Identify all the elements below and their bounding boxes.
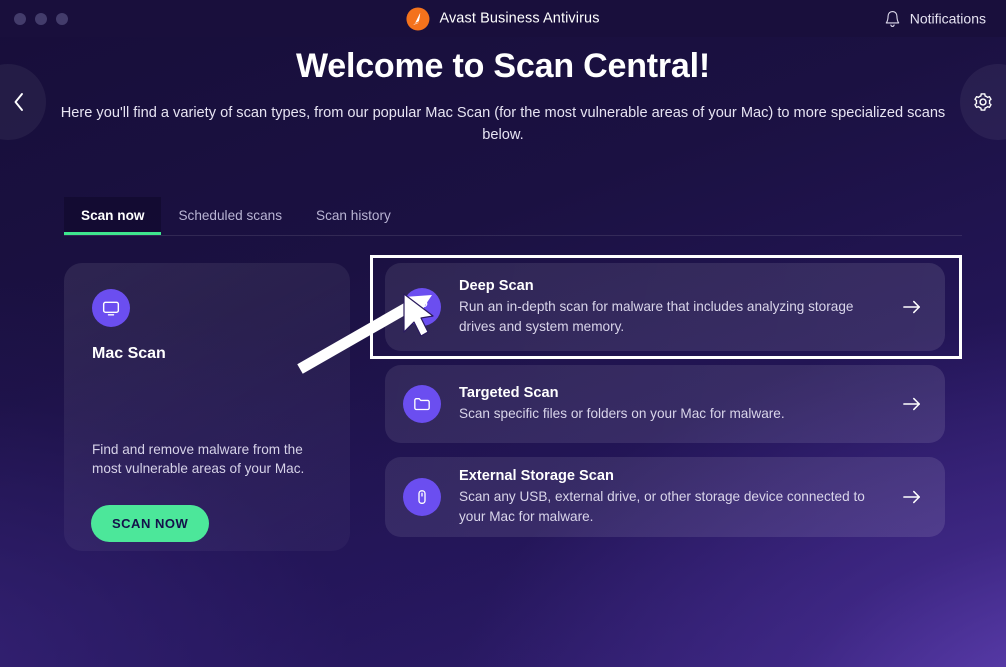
magnifier-molecule-icon xyxy=(403,288,441,326)
scan-now-button[interactable]: SCAN NOW xyxy=(91,505,210,542)
scan-row-deep-scan[interactable]: Deep Scan Run an in-depth scan for malwa… xyxy=(385,263,945,351)
minimize-window-button[interactable] xyxy=(35,12,47,25)
page-subtitle: Here you'll find a variety of scan types… xyxy=(60,105,946,144)
tab-scheduled-scans[interactable]: Scheduled scans xyxy=(161,197,299,235)
notifications-label: Notifications xyxy=(909,10,986,27)
close-window-button[interactable] xyxy=(14,12,26,25)
app-window: Avast Business Antivirus Notifications W… xyxy=(0,0,1006,667)
back-button[interactable] xyxy=(0,64,58,140)
app-brand: Avast Business Antivirus xyxy=(406,7,599,30)
app-title: Avast Business Antivirus xyxy=(439,10,600,27)
mac-scan-card[interactable]: Mac Scan Find and remove malware from th… xyxy=(64,263,350,551)
scan-row-targeted-scan[interactable]: Targeted Scan Scan specific files or fol… xyxy=(385,365,945,443)
traffic-light-group xyxy=(14,12,68,25)
scan-row-external-storage-scan[interactable]: External Storage Scan Scan any USB, exte… xyxy=(385,457,945,537)
zoom-window-button[interactable] xyxy=(56,12,68,25)
scan-row-text: Deep Scan Run an in-depth scan for malwa… xyxy=(459,278,901,336)
scan-row-title: Targeted Scan xyxy=(459,384,559,401)
gear-icon xyxy=(972,91,994,113)
arrow-right-icon[interactable] xyxy=(901,298,923,316)
scan-row-title: External Storage Scan xyxy=(459,468,614,485)
arrow-right-icon[interactable] xyxy=(901,488,923,506)
scan-type-list: Deep Scan Run an in-depth scan for malwa… xyxy=(385,263,945,537)
tab-label: Scan now xyxy=(81,208,145,223)
scan-row-title: Deep Scan xyxy=(459,278,534,295)
avast-logo-icon xyxy=(406,7,430,30)
page-title: Welcome to Scan Central! xyxy=(295,47,710,85)
monitor-icon xyxy=(92,289,130,327)
mac-scan-title: Mac Scan xyxy=(92,345,166,362)
scan-row-text: External Storage Scan Scan any USB, exte… xyxy=(459,468,901,526)
tab-bar: Scan now Scheduled scans Scan history xyxy=(64,197,964,235)
scan-row-description: Run an in-depth scan for malware that in… xyxy=(459,299,854,334)
arrow-right-icon[interactable] xyxy=(901,395,923,413)
tabs-divider xyxy=(64,235,962,236)
tab-label: Scan history xyxy=(316,208,391,223)
hero-section: Welcome to Scan Central! Here you'll fin… xyxy=(0,46,1006,146)
tab-scan-history[interactable]: Scan history xyxy=(299,197,408,235)
folder-icon xyxy=(403,385,441,423)
chevron-left-icon xyxy=(12,91,26,113)
window-titlebar: Avast Business Antivirus Notifications xyxy=(0,0,1006,37)
scan-row-description: Scan specific files or folders on your M… xyxy=(459,405,785,421)
notifications-button[interactable]: Notifications xyxy=(884,9,986,28)
bell-icon xyxy=(884,9,901,28)
usb-drive-icon xyxy=(403,478,441,516)
scan-row-description: Scan any USB, external drive, or other s… xyxy=(459,489,865,524)
tab-label: Scheduled scans xyxy=(178,208,282,223)
mac-scan-description: Find and remove malware from the most vu… xyxy=(92,442,305,477)
scan-row-text: Targeted Scan Scan specific files or fol… xyxy=(459,385,901,423)
settings-button[interactable] xyxy=(948,64,1006,140)
tab-scan-now[interactable]: Scan now xyxy=(64,197,162,235)
